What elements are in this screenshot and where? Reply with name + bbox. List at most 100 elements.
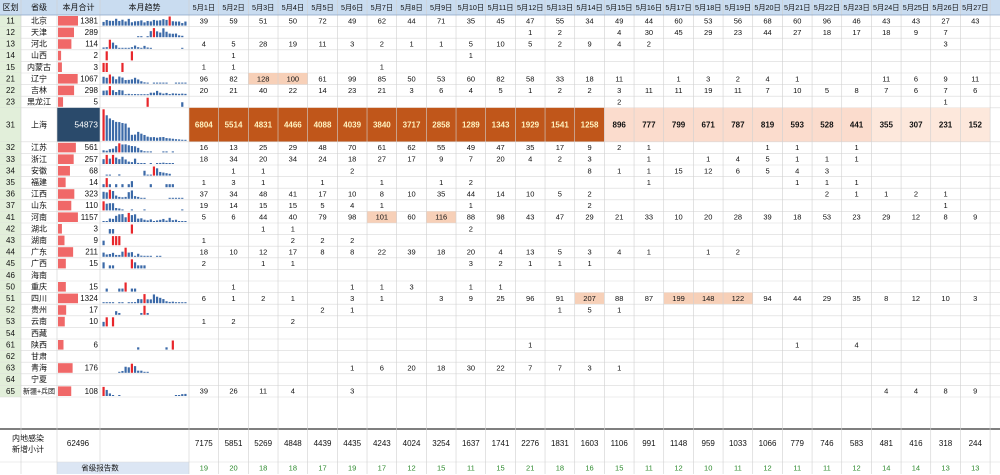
day-value: 10 <box>229 247 237 256</box>
day-value: 9 <box>587 39 591 48</box>
day-value: 29 <box>823 294 831 303</box>
day-value: 99 <box>348 74 356 83</box>
sparkline-bar <box>111 395 115 396</box>
day-value: 13 <box>526 247 534 256</box>
region-code: 44 <box>6 248 15 257</box>
daily-total: 779 <box>791 439 805 448</box>
sparkline-bar <box>105 254 108 257</box>
sparkline-bar <box>105 288 108 292</box>
day-value: 1 <box>261 178 265 187</box>
day-value: 1 <box>617 363 621 372</box>
sparkline-bar <box>111 229 115 234</box>
daily-total: 1637 <box>462 439 480 448</box>
day-value: 3 <box>943 39 947 48</box>
day-value: 13 <box>229 143 237 152</box>
day-value: 2 <box>261 294 265 303</box>
day-value: 82 <box>229 74 237 83</box>
daily-total: 583 <box>850 439 864 448</box>
day-value: 61 <box>378 143 386 152</box>
header-cell: 5月20日 <box>754 3 780 12</box>
sparkline-bar <box>168 184 171 188</box>
day-value: 1 <box>202 317 206 326</box>
report-count: 17 <box>318 463 326 472</box>
day-value: 2 <box>617 97 621 106</box>
day-value: 6 <box>202 294 206 303</box>
day-value: 4 <box>765 74 769 83</box>
header-cell: 本月合计 <box>63 2 95 12</box>
region-code: 46 <box>6 271 15 280</box>
sparkline-bar <box>162 28 165 38</box>
sparkline-bar <box>178 221 181 222</box>
province-name: 陕西 <box>31 339 47 349</box>
header-cell: 5月13日 <box>547 3 573 12</box>
day-value: 17 <box>289 247 297 256</box>
sparkline-bar <box>178 21 181 26</box>
day-value: 45 <box>674 28 682 37</box>
sparkline-bar <box>102 150 105 153</box>
province-name: 宁夏 <box>31 374 47 384</box>
report-count: 15 <box>615 463 623 472</box>
day-value: 355 <box>880 120 894 129</box>
total-databar <box>58 293 78 304</box>
sparkline-bar <box>137 347 140 350</box>
month-total: 15 <box>89 259 98 268</box>
sparkline-bar <box>102 184 105 188</box>
day-value: 896 <box>613 120 627 129</box>
sparkline-bar <box>105 178 108 188</box>
month-total: 257 <box>85 155 99 164</box>
day-value: 1 <box>617 166 621 175</box>
sparkline-bar <box>159 32 162 38</box>
day-value: 11 <box>734 86 742 95</box>
sparkline-bar <box>105 115 108 141</box>
day-value: 1 <box>202 236 206 245</box>
day-value: 25 <box>496 294 504 303</box>
report-count: 13 <box>941 463 949 472</box>
province-name: 湖南 <box>31 235 47 245</box>
day-value: 20 <box>467 247 475 256</box>
region-code: 63 <box>6 364 15 373</box>
daily-total: 746 <box>820 439 834 448</box>
sparkline-bar <box>118 122 121 141</box>
sparkline-bar <box>178 35 181 38</box>
sparkline-bar <box>124 80 127 84</box>
total-databar <box>58 363 73 373</box>
region-code: 33 <box>6 155 15 164</box>
sparkline-bar <box>159 82 162 84</box>
sparkline-bar <box>137 147 140 153</box>
region-code: 54 <box>6 329 15 338</box>
sparkline-bar <box>143 94 146 96</box>
report-count: 20 <box>229 463 237 472</box>
sparkline-bar <box>168 163 171 164</box>
day-value: 1 <box>261 166 265 175</box>
day-value: 3 <box>350 294 354 303</box>
day-value: 30 <box>467 363 475 372</box>
region-code: 42 <box>6 224 15 233</box>
sparkline-bar <box>165 163 168 164</box>
day-value: 1 <box>943 201 947 210</box>
sparkline-bar <box>115 184 118 188</box>
day-value: 7 <box>469 155 473 164</box>
sparkline-bar <box>137 131 140 141</box>
day-value: 40 <box>259 86 267 95</box>
header-cell: 省级 <box>31 2 47 12</box>
day-value: 7 <box>943 86 947 95</box>
sparkline-bar <box>108 174 111 176</box>
sparkline-bar <box>162 151 165 153</box>
day-value: 3 <box>439 294 443 303</box>
region-code: 64 <box>6 375 15 384</box>
day-value: 16 <box>200 143 208 152</box>
sparkline-bar <box>140 265 143 269</box>
sparkline-bar <box>118 76 121 84</box>
day-value: 1 <box>676 74 680 83</box>
sparkline-bar <box>111 76 115 84</box>
day-value: 23 <box>734 28 742 37</box>
sparkline-bar <box>146 220 149 222</box>
sparkline-bar <box>155 82 159 84</box>
table-row: 23 黑龙江 5 2 1 <box>0 96 1000 109</box>
sparkline-bar <box>127 79 130 84</box>
daily-total: 4439 <box>314 439 332 448</box>
sparkline-bar <box>181 394 184 396</box>
sparkline-bar <box>102 252 105 257</box>
sparkline-bar <box>102 159 105 164</box>
day-value: 2 <box>350 236 354 245</box>
